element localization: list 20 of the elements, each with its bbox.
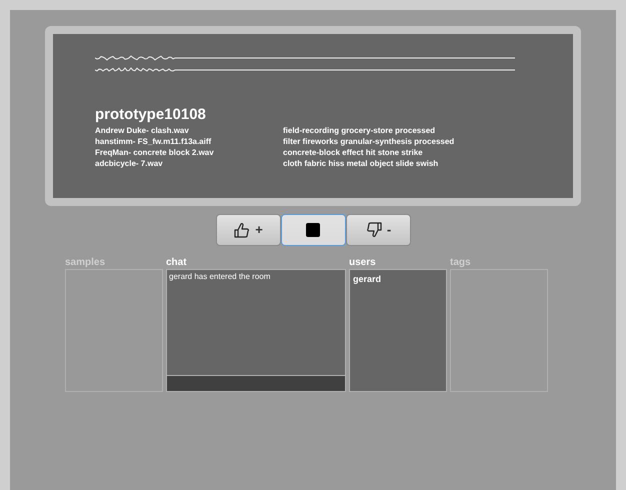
track-title: prototype10108 bbox=[95, 106, 207, 124]
sample-tags: filter fireworks granular-synthesis processed bbox=[283, 136, 531, 147]
sample-source: Andrew Duke- clash.wav bbox=[95, 125, 190, 136]
sample-tags: cloth fabric hiss metal object slide swish bbox=[283, 158, 531, 169]
sample-tags: field-recording grocery-store processed bbox=[283, 125, 531, 136]
sample-source: adcbicycle- 7.wav bbox=[95, 158, 164, 169]
panel-label: chat bbox=[166, 256, 188, 269]
thumbs-down-icon bbox=[364, 221, 383, 239]
sample-source: hanstimm- FS_fw.m11.f13a.aiff bbox=[95, 136, 212, 147]
like-button[interactable]: + bbox=[216, 214, 280, 246]
chat-message: gerard has entered the room bbox=[169, 272, 272, 282]
stop-button[interactable] bbox=[280, 214, 346, 246]
stop-icon bbox=[306, 223, 320, 237]
chat-input[interactable] bbox=[167, 375, 345, 391]
user-item[interactable]: gerard bbox=[353, 274, 443, 285]
dislike-button[interactable]: - bbox=[346, 214, 410, 246]
panel-label: users bbox=[349, 256, 377, 269]
sample-tags: concrete-block effect hit stone strike bbox=[283, 147, 531, 158]
thumbs-up-icon bbox=[233, 221, 252, 239]
sample-source: FreqMan- concrete block 2.wav bbox=[95, 147, 215, 158]
